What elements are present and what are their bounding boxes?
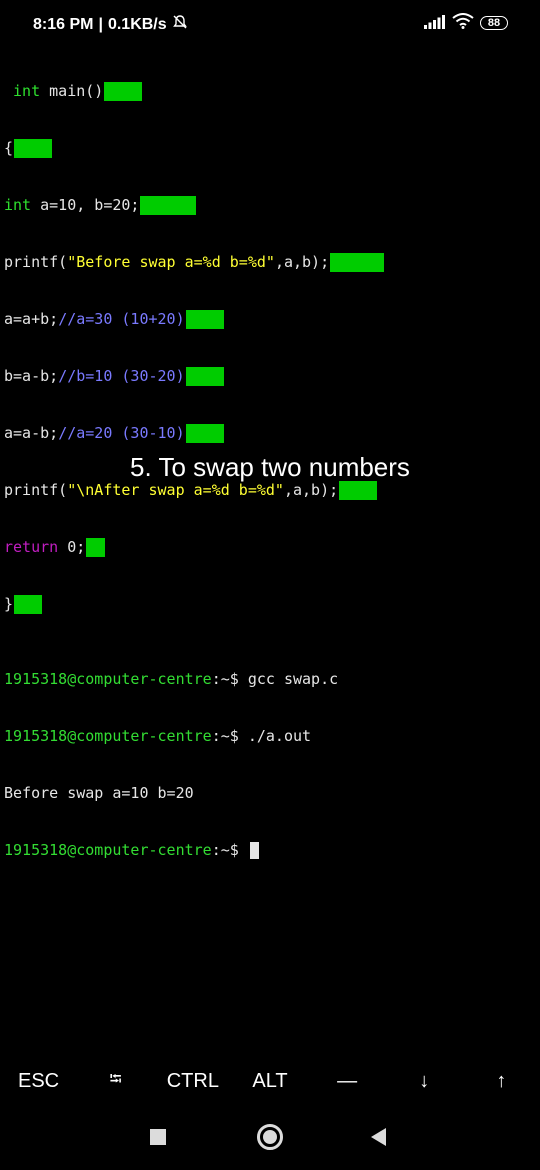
prompt-user: 1915318@computer-centre bbox=[4, 727, 212, 745]
terminal-line: Before swap a=10 b=20 bbox=[4, 784, 338, 803]
home-icon[interactable] bbox=[257, 1124, 283, 1150]
caption-title: 5. To swap two numbers bbox=[130, 452, 410, 482]
code-line: a=a-b;//a=20 (30-10) bbox=[4, 424, 384, 443]
program-output: Before swap a=10 b=20 bbox=[4, 784, 194, 802]
arrow-up-icon[interactable]: ↑ bbox=[463, 1070, 540, 1093]
code-line: b=a-b;//b=10 (30-20) bbox=[4, 367, 384, 386]
prompt-path: :~$ bbox=[211, 670, 248, 688]
code-line: } bbox=[4, 595, 384, 614]
code-text: printf( bbox=[4, 481, 68, 499]
esc-key[interactable]: ESC bbox=[0, 1070, 77, 1093]
code-comment: //a=20 (30-10) bbox=[58, 424, 185, 442]
code-string: "\nAfter swap a=%d b=%d" bbox=[67, 481, 284, 499]
code-keyword: int bbox=[13, 82, 41, 100]
navigation-bar bbox=[0, 1115, 540, 1160]
text-highlight bbox=[339, 481, 378, 500]
code-keyword: return bbox=[4, 538, 59, 556]
wifi-icon bbox=[452, 13, 474, 33]
code-text: ,a,b); bbox=[283, 481, 339, 499]
code-line: return 0; bbox=[4, 538, 384, 557]
back-icon[interactable] bbox=[371, 1128, 386, 1146]
recent-apps-icon[interactable] bbox=[150, 1129, 166, 1145]
text-cursor bbox=[249, 842, 259, 859]
text-highlight bbox=[104, 82, 143, 101]
prompt-user: 1915318@computer-centre bbox=[4, 670, 212, 688]
terminal-command: gcc swap.c bbox=[247, 670, 339, 688]
code-text: } bbox=[4, 595, 14, 613]
prompt-path: :~$ bbox=[211, 841, 248, 859]
notification-muted-icon bbox=[172, 14, 188, 35]
terminal-line: 1915318@computer-centre:~$ gcc swap.c bbox=[4, 670, 338, 689]
code-string: "Before swap a=%d b=%d" bbox=[67, 253, 275, 271]
terminal-command: ./a.out bbox=[247, 727, 312, 745]
code-text: printf( bbox=[4, 253, 68, 271]
code-text: main() bbox=[40, 82, 104, 100]
dash-key[interactable]: — bbox=[309, 1070, 386, 1093]
ctrl-key[interactable]: CTRL bbox=[154, 1070, 231, 1093]
text-highlight bbox=[330, 253, 385, 272]
code-line: printf("\nAfter swap a=%d b=%d" ,a,b); bbox=[4, 481, 384, 500]
code-line: { bbox=[4, 139, 384, 158]
terminal-line: 1915318@computer-centre:~$ ./a.out bbox=[4, 727, 338, 746]
code-editor[interactable]: int main() { int a=10, b=20; printf("Bef… bbox=[4, 44, 385, 633]
text-highlight bbox=[185, 367, 224, 386]
terminal-line[interactable]: 1915318@computer-centre:~$ bbox=[4, 841, 338, 860]
extra-keys-bar: ESC ⭾ CTRL ALT — ↓ ↑ bbox=[0, 1060, 540, 1102]
alt-key[interactable]: ALT bbox=[231, 1070, 308, 1093]
prompt-user: 1915318@computer-centre bbox=[4, 841, 212, 859]
prompt-path: :~$ bbox=[211, 727, 248, 745]
code-comment: //b=10 (30-20) bbox=[58, 367, 185, 385]
code-text: 0; bbox=[58, 538, 86, 556]
code-text: a=a-b; bbox=[4, 424, 59, 442]
code-line: printf("Before swap a=%d b=%d" ,a,b); bbox=[4, 253, 385, 272]
code-keyword: int bbox=[4, 196, 32, 214]
battery-icon: 88 bbox=[480, 16, 508, 30]
arrow-down-icon[interactable]: ↓ bbox=[386, 1070, 463, 1093]
status-bar: 8:16 PM | 0.1KB/s 88 bbox=[0, 0, 540, 44]
text-highlight bbox=[14, 139, 53, 158]
status-right: 88 bbox=[424, 13, 508, 33]
text-highlight bbox=[185, 424, 224, 443]
code-text: a=a+b; bbox=[4, 310, 59, 328]
code-line: a=a+b;//a=30 (10+20) bbox=[4, 310, 384, 329]
code-comment: //a=30 (10+20) bbox=[58, 310, 185, 328]
text-highlight bbox=[140, 196, 197, 215]
code-line: int main() bbox=[4, 82, 384, 101]
status-left: 8:16 PM | 0.1KB/s bbox=[33, 14, 188, 35]
code-text: b=a-b; bbox=[4, 367, 59, 385]
tab-key-icon[interactable]: ⭾ bbox=[77, 1068, 154, 1095]
status-speed: 0.1KB/s bbox=[107, 15, 167, 33]
code-text: ,a,b); bbox=[274, 253, 330, 271]
signal-icon bbox=[424, 14, 446, 33]
battery-level: 88 bbox=[487, 17, 501, 29]
text-highlight bbox=[14, 595, 43, 614]
terminal-output[interactable]: 1915318@computer-centre:~$ gcc swap.c 19… bbox=[4, 632, 338, 879]
text-highlight bbox=[185, 310, 224, 329]
status-time: 8:16 PM bbox=[33, 15, 94, 33]
code-line: int a=10, b=20; bbox=[4, 196, 384, 215]
status-separator: | bbox=[98, 15, 103, 33]
code-text: { bbox=[4, 139, 14, 157]
code-text: a=10, b=20; bbox=[31, 196, 140, 214]
text-highlight bbox=[86, 538, 106, 557]
